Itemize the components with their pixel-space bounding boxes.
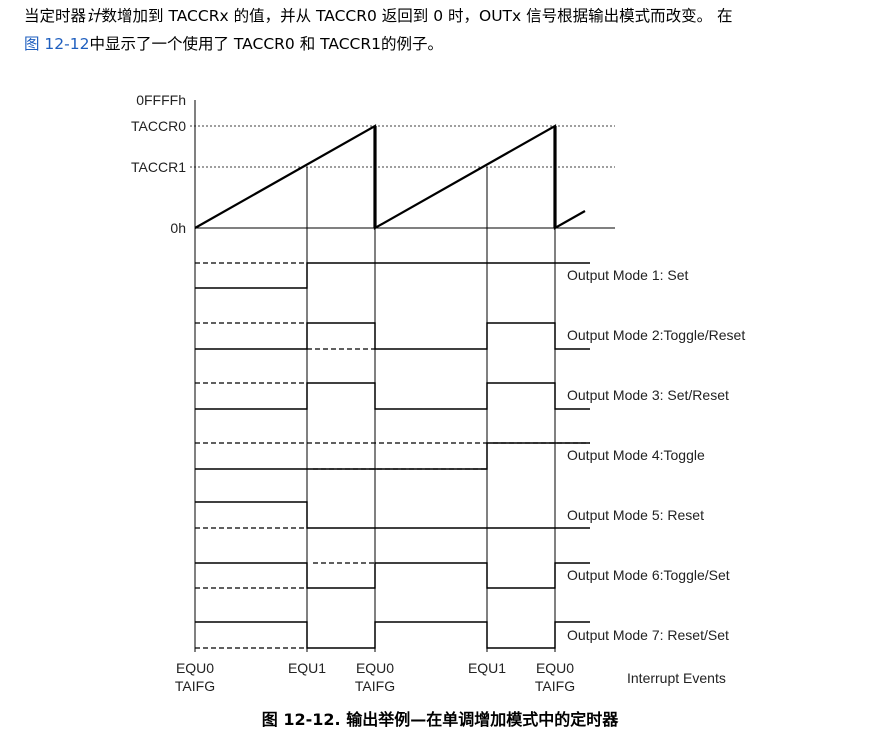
waveform-mode-2 <box>195 322 590 350</box>
event-label: TAIFG <box>175 678 215 694</box>
interrupt-events-label: Interrupt Events <box>627 670 726 686</box>
mode-label: Output Mode 4:Toggle <box>567 447 705 463</box>
y-label-taccr0: TACCR0 <box>131 118 186 134</box>
event-label: TAIFG <box>355 678 395 694</box>
counter-sawtooth <box>194 124 586 230</box>
y-label-taccr1: TACCR1 <box>131 159 186 175</box>
y-label-0h: 0h <box>170 220 186 236</box>
event-label: EQU1 <box>468 660 506 676</box>
waveform-mode-1 <box>195 262 590 289</box>
y-label-0ffffh: 0FFFFh <box>136 92 186 108</box>
event-label: TAIFG <box>535 678 575 694</box>
event-label: EQU0 <box>536 660 574 676</box>
mode-label: Output Mode 6:Toggle/Set <box>567 567 730 583</box>
mode-label: Output Mode 3: Set/Reset <box>567 387 729 403</box>
waveform-mode-3 <box>195 382 590 410</box>
mode-label: Output Mode 1: Set <box>567 267 689 283</box>
mode-label: Output Mode 7: Reset/Set <box>567 627 729 643</box>
timing-diagram: 0FFFFh TACCR0 TACCR1 0h Output Mode 1: S… <box>131 92 745 694</box>
waveform-mode-7 <box>195 621 590 649</box>
waveform-mode-5 <box>195 501 590 529</box>
waveform-mode-6 <box>195 562 590 589</box>
mode-label: Output Mode 5: Reset <box>567 507 704 523</box>
event-label: EQU0 <box>356 660 394 676</box>
mode-label: Output Mode 2:Toggle/Reset <box>567 327 745 343</box>
event-label: EQU0 <box>176 660 214 676</box>
event-label: EQU1 <box>288 660 326 676</box>
waveform-mode-4 <box>195 442 590 470</box>
figure-caption: 图 12-12. 输出举例—在单调增加模式中的定时器 <box>261 710 619 729</box>
